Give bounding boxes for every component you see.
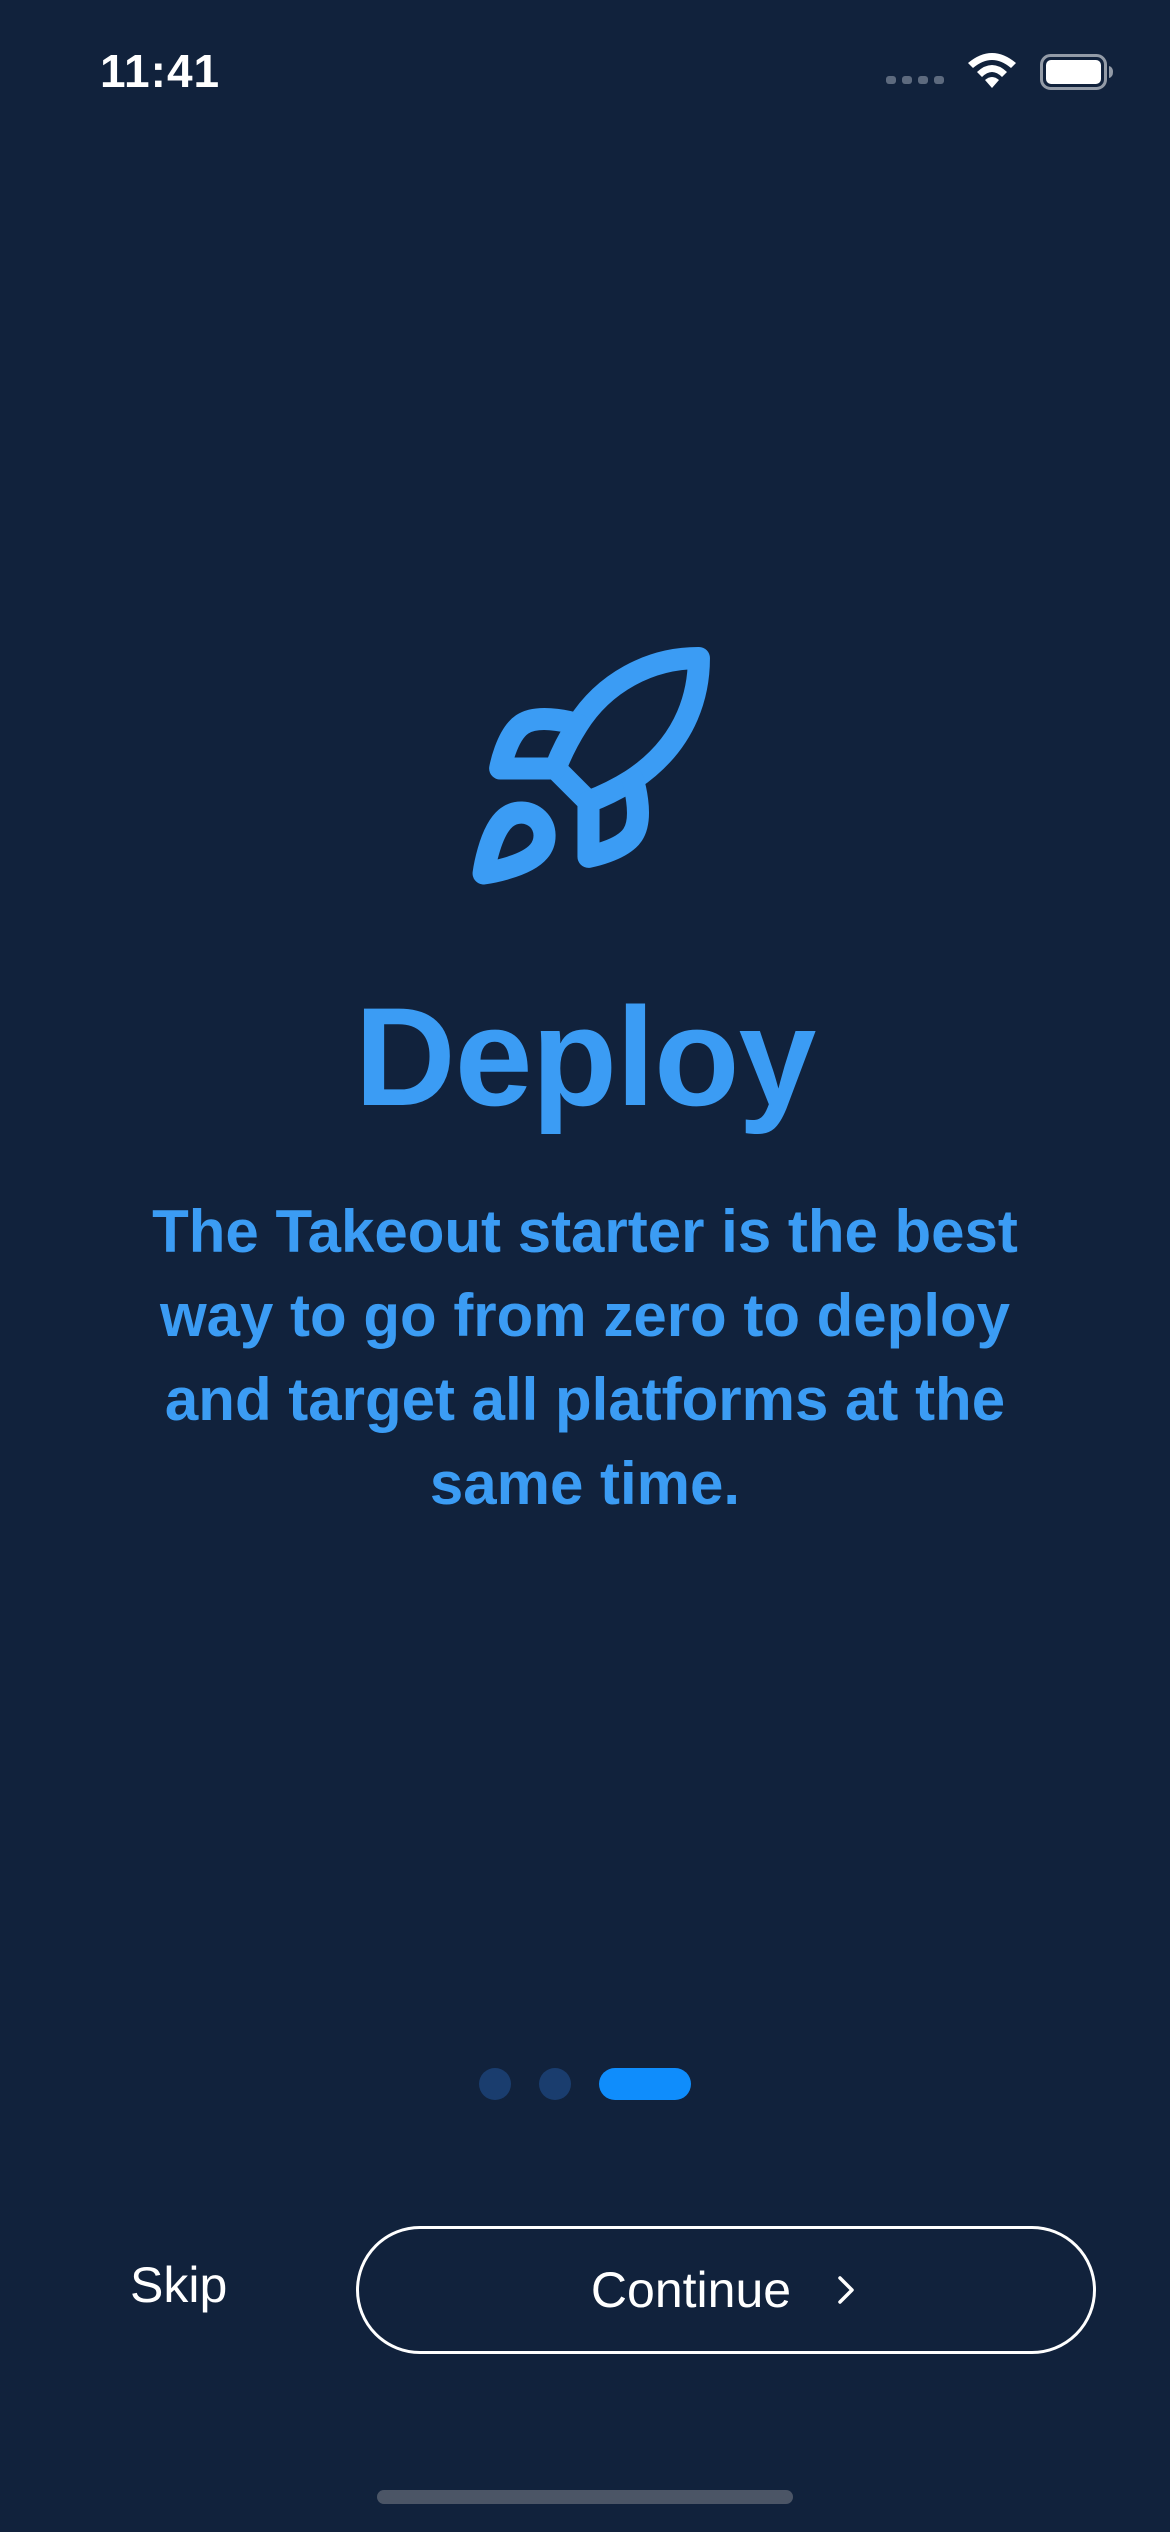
page-description: The Takeout starter is the best way to g… [152, 1198, 1018, 1517]
status-bar: 11:41 [0, 0, 1170, 150]
page-dot-2[interactable] [539, 2068, 571, 2100]
status-icons [886, 52, 1114, 92]
continue-label: Continue [590, 2262, 792, 2318]
page-dot-3-active[interactable] [599, 2068, 691, 2100]
page-dot-1[interactable] [479, 2068, 511, 2100]
battery-icon [1040, 54, 1113, 90]
chevron-right-icon [838, 2276, 854, 2304]
rocket-icon [472, 647, 710, 885]
page-indicator [0, 2068, 1170, 2100]
wifi-icon [968, 53, 1016, 88]
home-indicator[interactable] [377, 2490, 793, 2504]
signal-dots-icon [886, 76, 944, 84]
status-time: 11:41 [100, 45, 221, 97]
continue-button[interactable]: Continue [356, 2226, 1096, 2354]
skip-button[interactable]: Skip [130, 2256, 227, 2314]
page-title: Deploy [354, 978, 817, 1135]
